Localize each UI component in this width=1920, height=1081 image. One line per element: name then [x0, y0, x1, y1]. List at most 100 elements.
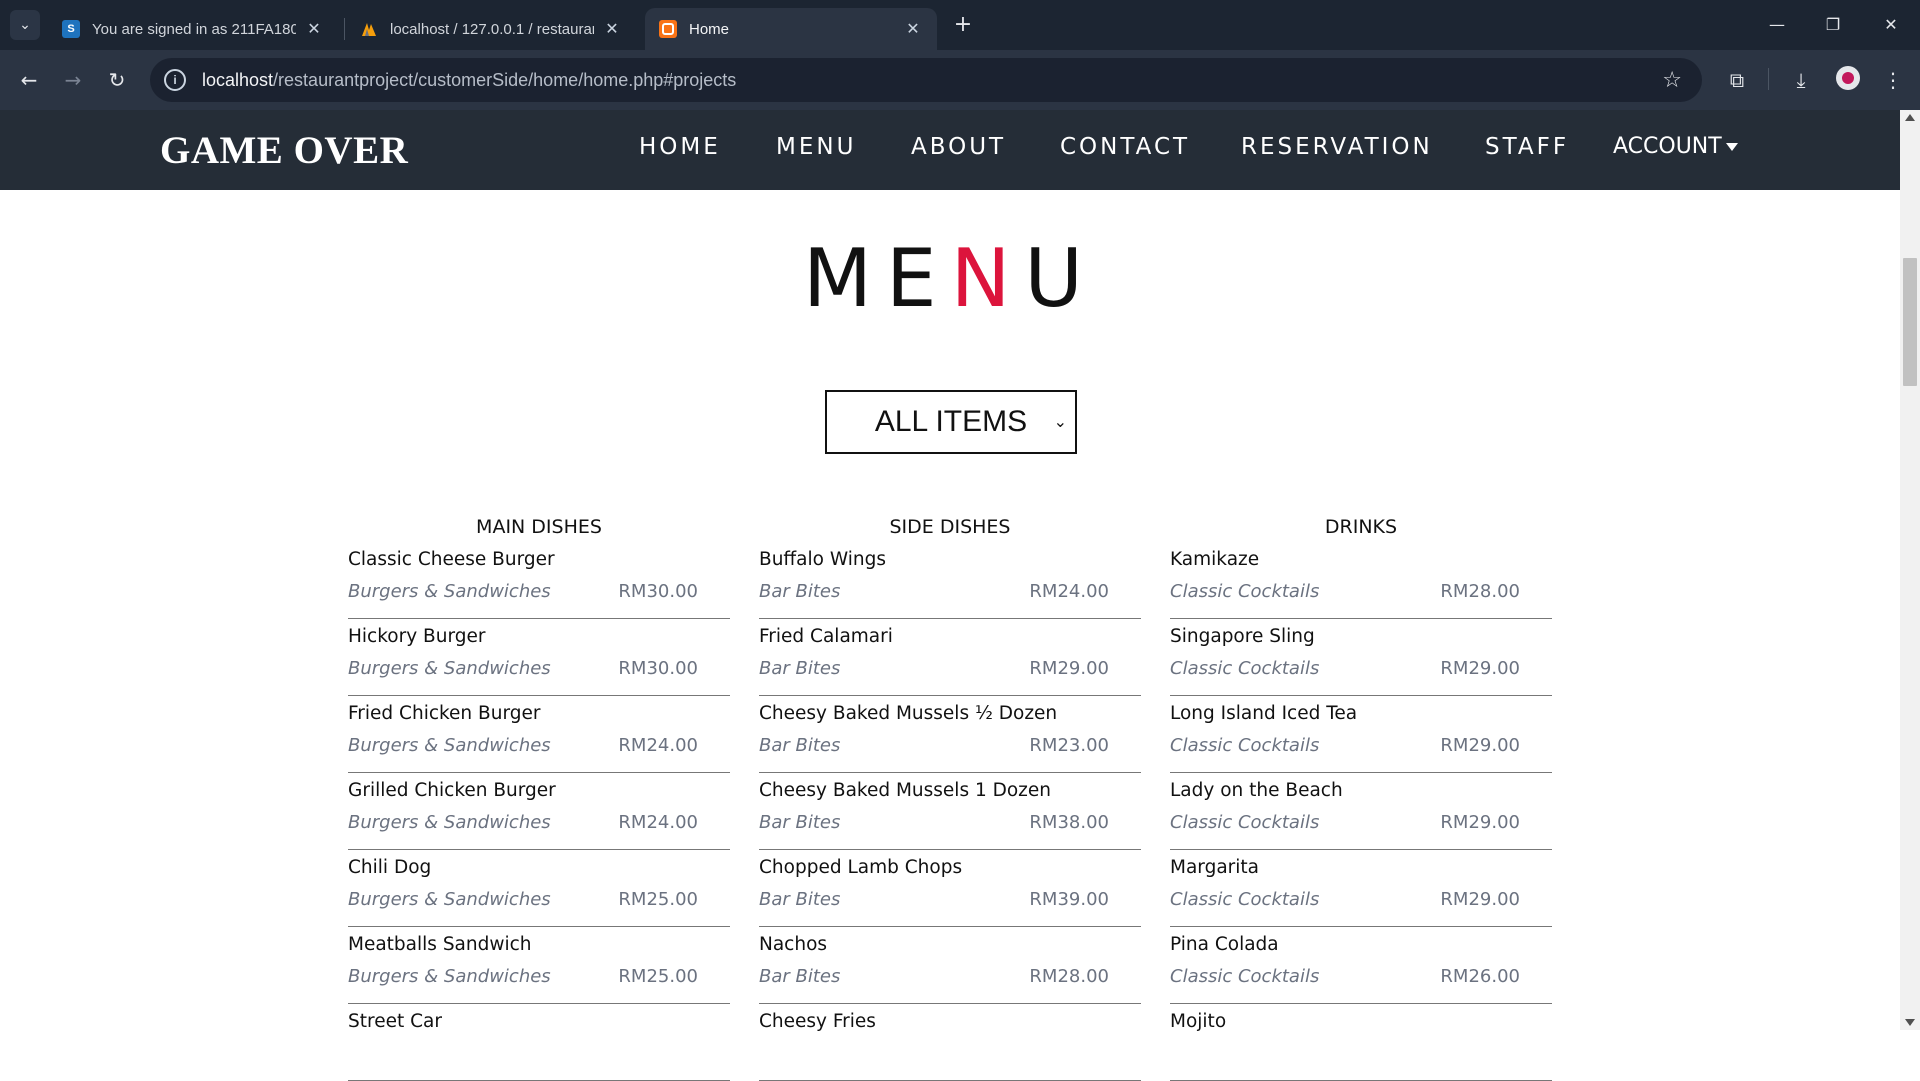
downloads-button[interactable]: ⤓ [1786, 65, 1816, 95]
menu-item: Pina Colada Classic Cocktails RM26.00 [1170, 927, 1552, 1004]
minimize-icon: — [1769, 15, 1785, 34]
menu-column-side: SIDE DISHES Buffalo Wings Bar Bites RM24.0… [759, 512, 1141, 1081]
minimize-button[interactable]: — [1762, 12, 1792, 38]
menu-item-name: Mojito [1170, 1011, 1227, 1032]
nav-home[interactable]: HOME [639, 134, 721, 160]
menu-item-name: Cheesy Fries [759, 1011, 876, 1032]
menu-item: Hickory Burger Burgers & Sandwiches RM30.0… [348, 619, 730, 696]
menu-column-drinks: DRINKS Kamikaze Classic Cocktails RM28.00 S… [1170, 512, 1552, 1081]
menu-item-category: Burgers & Sandwiches [348, 966, 551, 987]
nav-menu[interactable]: MENU [776, 134, 856, 160]
menu-item-name: Cheesy Baked Mussels ½ Dozen [759, 703, 1058, 724]
site-navbar: GAME OVER HOME MENU ABOUT CONTACT RESERV… [0, 110, 1900, 190]
menu-item: Cheesy Baked Mussels ½ Dozen Bar Bites RM2… [759, 696, 1141, 773]
close-icon: ✕ [1884, 15, 1898, 34]
url-text[interactable]: localhost/restaurantproject/customerSide… [202, 70, 736, 91]
close-icon[interactable]: ✕ [602, 19, 622, 39]
restore-button[interactable]: ❐ [1818, 12, 1848, 38]
menu-item-name: Margarita [1170, 857, 1259, 878]
menu-item-category: Bar Bites [759, 966, 841, 987]
tab-divider [344, 18, 345, 40]
menu-item-name: Classic Cheese Burger [348, 549, 555, 570]
close-window-button[interactable]: ✕ [1876, 12, 1906, 38]
menu-item-price: RM28.00 [1029, 966, 1109, 987]
nav-account-dropdown[interactable]: ACCOUNT [1613, 134, 1738, 159]
nav-staff[interactable]: STAFF [1485, 134, 1569, 160]
new-tab-button[interactable]: + [950, 12, 976, 38]
nav-reservation[interactable]: RESERVATION [1241, 134, 1433, 160]
menu-item-name: Chopped Lamb Chops [759, 857, 963, 878]
menu-item-name: Fried Chicken Burger [348, 703, 541, 724]
menu-item-price: RM29.00 [1440, 889, 1520, 910]
reload-icon: ↻ [108, 68, 126, 92]
menu-item: Kamikaze Classic Cocktails RM28.00 [1170, 542, 1552, 619]
menu-item-category: Burgers & Sandwiches [348, 735, 551, 756]
scroll-thumb[interactable] [1903, 258, 1917, 386]
back-button[interactable]: ← [14, 65, 44, 95]
s-favicon-icon: S [62, 20, 80, 38]
browser-tab-2[interactable]: localhost / 127.0.0.1 / restaurant ✕ [346, 8, 636, 50]
filter-selected-value: ALL ITEMS [874, 405, 1028, 438]
menu-item-price: RM28.00 [1440, 581, 1520, 602]
menu-item-price: RM25.00 [618, 966, 698, 987]
nav-about[interactable]: ABOUT [911, 134, 1006, 160]
scroll-down-icon[interactable] [1905, 1019, 1915, 1026]
profile-avatar[interactable] [1836, 66, 1860, 90]
menu-item-name: Pina Colada [1170, 934, 1279, 955]
tab-search-button[interactable]: ⌄ [10, 10, 40, 40]
tab-title: You are signed in as 211FA1801 [92, 20, 296, 38]
menu-item-category: Bar Bites [759, 735, 841, 756]
menu-item-category: Burgers & Sandwiches [348, 658, 551, 679]
chevron-down-icon: ⌄ [19, 17, 31, 33]
more-vertical-icon: ⋮ [1883, 68, 1903, 92]
extensions-button[interactable]: ⧉ [1722, 65, 1752, 95]
menu-item: Fried Calamari Bar Bites RM29.00 [759, 619, 1141, 696]
menu-item-name: Meatballs Sandwich [348, 934, 532, 955]
menu-item-price: RM30.00 [618, 581, 698, 602]
menu-item-name: Singapore Sling [1170, 626, 1315, 647]
menu-item: Long Island Iced Tea Classic Cocktails RM2… [1170, 696, 1552, 773]
toolbar-divider [1768, 68, 1769, 90]
menu-filter-select[interactable]: ALL ITEMS ⌄ [825, 390, 1077, 454]
menu-item: Chili Dog Burgers & Sandwiches RM25.00 [348, 850, 730, 927]
menu-item: Mojito [1170, 1004, 1552, 1081]
browser-menu-button[interactable]: ⋮ [1878, 65, 1908, 95]
menu-item-category: Classic Cocktails [1170, 889, 1320, 910]
menu-item-category: Classic Cocktails [1170, 581, 1320, 602]
menu-item-price: RM26.00 [1440, 966, 1520, 987]
browser-tab-3[interactable]: Home ✕ [645, 8, 937, 50]
heading-accent-letter: N [950, 232, 1025, 325]
address-bar[interactable]: i localhost/restaurantproject/customerSi… [150, 58, 1702, 102]
bookmark-star-icon[interactable]: ☆ [1662, 68, 1682, 93]
caret-down-icon [1725, 143, 1738, 151]
nav-contact[interactable]: CONTACT [1060, 134, 1190, 160]
forward-button[interactable]: → [58, 65, 88, 95]
puzzle-icon: ⧉ [1729, 68, 1745, 92]
reload-button[interactable]: ↻ [102, 65, 132, 95]
site-info-icon[interactable]: i [164, 69, 186, 91]
scroll-up-icon[interactable] [1905, 114, 1915, 121]
close-icon[interactable]: ✕ [304, 19, 324, 39]
menu-item: Grilled Chicken Burger Burgers & Sandwich… [348, 773, 730, 850]
menu-item: Fried Chicken Burger Burgers & Sandwiches… [348, 696, 730, 773]
menu-item-name: Long Island Iced Tea [1170, 703, 1358, 724]
page-scrollbar[interactable] [1900, 110, 1920, 1030]
menu-item-category: Classic Cocktails [1170, 966, 1320, 987]
browser-tab-1[interactable]: S You are signed in as 211FA1801 ✕ [48, 8, 338, 50]
menu-heading: MENU [0, 232, 1900, 325]
menu-item-category: Bar Bites [759, 889, 841, 910]
menu-item-price: RM23.00 [1029, 735, 1109, 756]
close-icon[interactable]: ✕ [903, 19, 923, 39]
menu-item: Chopped Lamb Chops Bar Bites RM39.00 [759, 850, 1141, 927]
restore-icon: ❐ [1825, 15, 1841, 34]
account-label: ACCOUNT [1613, 134, 1722, 159]
menu-item-price: RM24.00 [618, 812, 698, 833]
menu-item-category: Classic Cocktails [1170, 812, 1320, 833]
menu-item-name: Lady on the Beach [1170, 780, 1343, 801]
menu-item-price: RM30.00 [618, 658, 698, 679]
arrow-right-icon: → [64, 68, 82, 92]
menu-item: Singapore Sling Classic Cocktails RM29.00 [1170, 619, 1552, 696]
download-icon: ⤓ [1796, 68, 1806, 92]
tab-title: localhost / 127.0.0.1 / restaurant [390, 20, 594, 38]
menu-item-price: RM39.00 [1029, 889, 1109, 910]
